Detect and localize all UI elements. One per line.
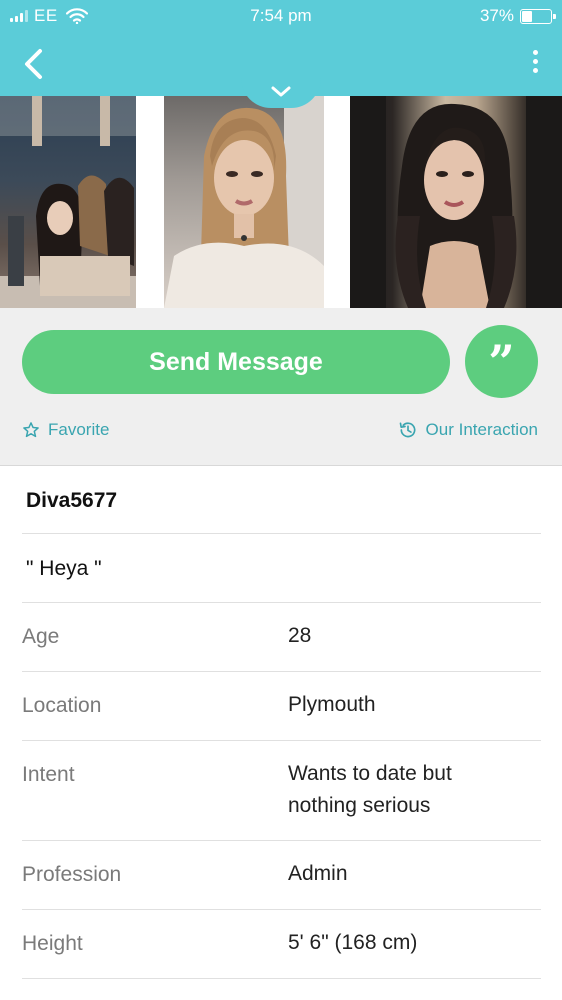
our-interaction-button[interactable]: Our Interaction <box>398 420 538 440</box>
profile-field-height: Height 5' 6" (168 cm) <box>22 910 541 979</box>
profile-photo-3[interactable] <box>350 96 562 308</box>
field-label: Location <box>22 694 102 717</box>
history-icon <box>399 422 416 438</box>
profile-details: Diva5677 " Heya " Age 28 Location Plymou… <box>0 466 562 979</box>
field-label: Height <box>22 932 83 955</box>
field-label: Profession <box>22 863 122 886</box>
field-value: 5' 6" (168 cm) <box>288 931 418 954</box>
chevron-left-icon <box>25 49 42 79</box>
profile-photo-2[interactable] <box>164 96 324 308</box>
field-value: Wants to date but nothing serious <box>288 762 452 817</box>
profile-field-age: Age 28 <box>22 603 541 672</box>
portrait-photo-image <box>164 96 324 308</box>
status-bar-right: 37% <box>479 6 556 26</box>
profile-field-profession: Profession Admin <box>22 841 541 910</box>
quote-icon: ” <box>488 335 515 389</box>
our-interaction-label: Our Interaction <box>425 420 538 439</box>
send-message-button[interactable]: Send Message <box>22 330 450 394</box>
username: Diva5677 <box>22 466 541 534</box>
group-photo-image <box>0 96 136 308</box>
field-label: Intent <box>22 763 75 786</box>
more-vertical-icon <box>528 50 542 73</box>
star-icon <box>23 422 39 438</box>
profile-field-intent: Intent Wants to date but nothing serious <box>22 741 541 841</box>
status-time: 7:54 pm <box>250 6 312 25</box>
battery-icon <box>520 8 556 24</box>
field-value: Admin <box>288 862 348 885</box>
more-options-button[interactable] <box>528 46 542 82</box>
chevron-down-icon <box>271 86 291 97</box>
profile-actions: Send Message ” Favorite Our Interaction <box>0 308 562 466</box>
field-label: Age <box>22 625 60 648</box>
quote-button[interactable]: ” <box>465 325 538 398</box>
favorite-label: Favorite <box>48 420 110 439</box>
favorite-button[interactable]: Favorite <box>22 420 109 440</box>
photo-strip <box>0 96 562 308</box>
portrait-photo-image <box>350 96 562 308</box>
profile-field-location: Location Plymouth <box>22 672 541 741</box>
field-value: 28 <box>288 624 312 647</box>
field-value: Plymouth <box>288 693 376 716</box>
battery-percent: 37% <box>479 6 514 25</box>
profile-tagline: " Heya " <box>22 534 541 603</box>
back-button[interactable] <box>18 46 52 82</box>
status-bar: EE 7:54 pm 37% <box>0 0 562 32</box>
profile-photo-1[interactable] <box>0 96 136 308</box>
